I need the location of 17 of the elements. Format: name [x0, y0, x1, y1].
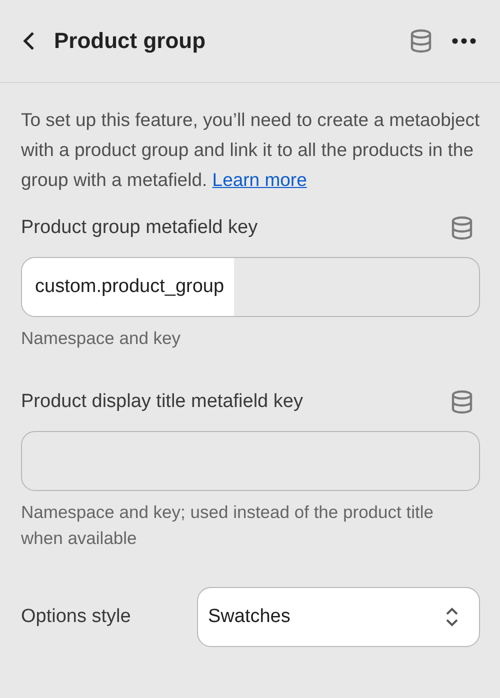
field-label: Product group metafield key — [21, 217, 258, 239]
select-dropdown[interactable]: Swatches — [197, 587, 480, 647]
panel-title: Product group — [54, 28, 207, 54]
database-icon[interactable] — [451, 390, 473, 414]
field-label: Options style — [21, 606, 132, 628]
input-field[interactable]: custom.product_group — [21, 257, 480, 317]
more-icon[interactable] — [452, 38, 476, 44]
description-text: To set up this feature, you’ll need to create a metaobject with a product group and link it to all the products in the group with a metafield. Learn more — [21, 108, 480, 192]
chevron-updown-icon — [445, 606, 459, 628]
database-icon[interactable] — [451, 216, 473, 240]
back-icon[interactable] — [22, 31, 36, 51]
input-field[interactable] — [21, 431, 480, 491]
database-icon[interactable] — [410, 29, 432, 53]
learn-more-link[interactable]: Learn more — [212, 169, 307, 190]
help-text: Namespace and key — [21, 327, 182, 350]
help-text: Namespace and key; used instead of the product title when available — [21, 501, 434, 550]
field-label: Product display title metafield key — [21, 391, 303, 413]
